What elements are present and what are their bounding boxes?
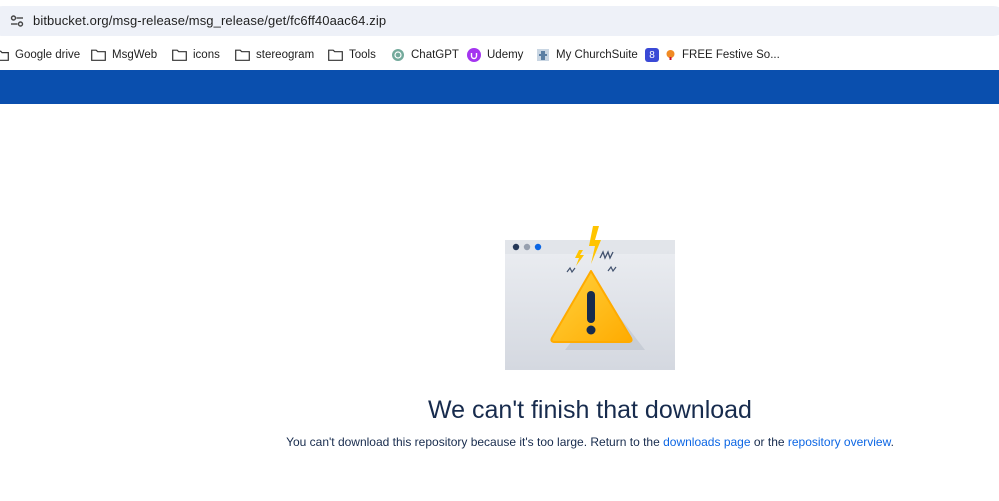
error-message-text: or the [750, 435, 788, 449]
bookmark-label: icons [193, 49, 220, 61]
bookmark-stereogram[interactable]: stereogram [235, 45, 314, 65]
error-message-text: . [890, 435, 894, 449]
bookmark-label: Tools [349, 49, 376, 61]
festive-icon [666, 50, 675, 60]
bookmark-icons[interactable]: icons [172, 45, 220, 65]
folder-icon [328, 49, 343, 61]
folder-icon [91, 49, 106, 61]
bookmark-udemy[interactable]: Udemy [467, 45, 523, 65]
bookmark-label: Udemy [487, 49, 524, 61]
error-message: You can't download this repository becau… [0, 435, 999, 449]
bookmark-label: stereogram [256, 49, 315, 61]
error-message-text: You can't download this repository becau… [286, 435, 664, 449]
repository-overview-link[interactable]: repository overview [788, 435, 891, 449]
bookmarks-bar: Google drive MsgWeb icons stereogram Too… [0, 41, 999, 70]
bookmark-label: MsgWeb [112, 49, 158, 61]
bookmark-label: Google drive [15, 49, 81, 61]
bookmark-tools[interactable]: Tools [328, 45, 376, 65]
bookmark-label: FREE Festive So... [682, 49, 780, 61]
tune-icon[interactable] [10, 14, 24, 28]
bookmark-label: My ChurchSuite [556, 49, 638, 61]
error-title: We can't finish that download [428, 396, 752, 424]
bookmark-label: ChatGPT [411, 49, 459, 61]
folder-icon [235, 49, 250, 61]
folder-icon [0, 50, 9, 61]
warning-triangle-icon [505, 226, 675, 370]
bookmark-google-drive[interactable]: Google drive [0, 45, 80, 65]
chatgpt-icon [392, 49, 404, 61]
udemy-icon [467, 48, 481, 62]
bookmark-chatgpt[interactable]: ChatGPT [391, 45, 459, 65]
festive-8-icon: 8 [645, 48, 659, 62]
address-bar-area: bitbucket.org/msg-release/msg_release/ge… [0, 0, 999, 41]
bitbucket-header [0, 70, 999, 104]
churchsuite-icon [537, 49, 549, 61]
bookmark-free-festive[interactable]: 8 FREE Festive So... [645, 45, 780, 65]
downloads-page-link[interactable]: downloads page [663, 435, 750, 449]
bookmark-my-churchsuite[interactable]: My ChurchSuite [536, 45, 638, 65]
bookmark-msgweb[interactable]: MsgWeb [91, 45, 157, 65]
folder-icon [172, 49, 187, 61]
url-text[interactable]: bitbucket.org/msg-release/msg_release/ge… [33, 13, 386, 28]
